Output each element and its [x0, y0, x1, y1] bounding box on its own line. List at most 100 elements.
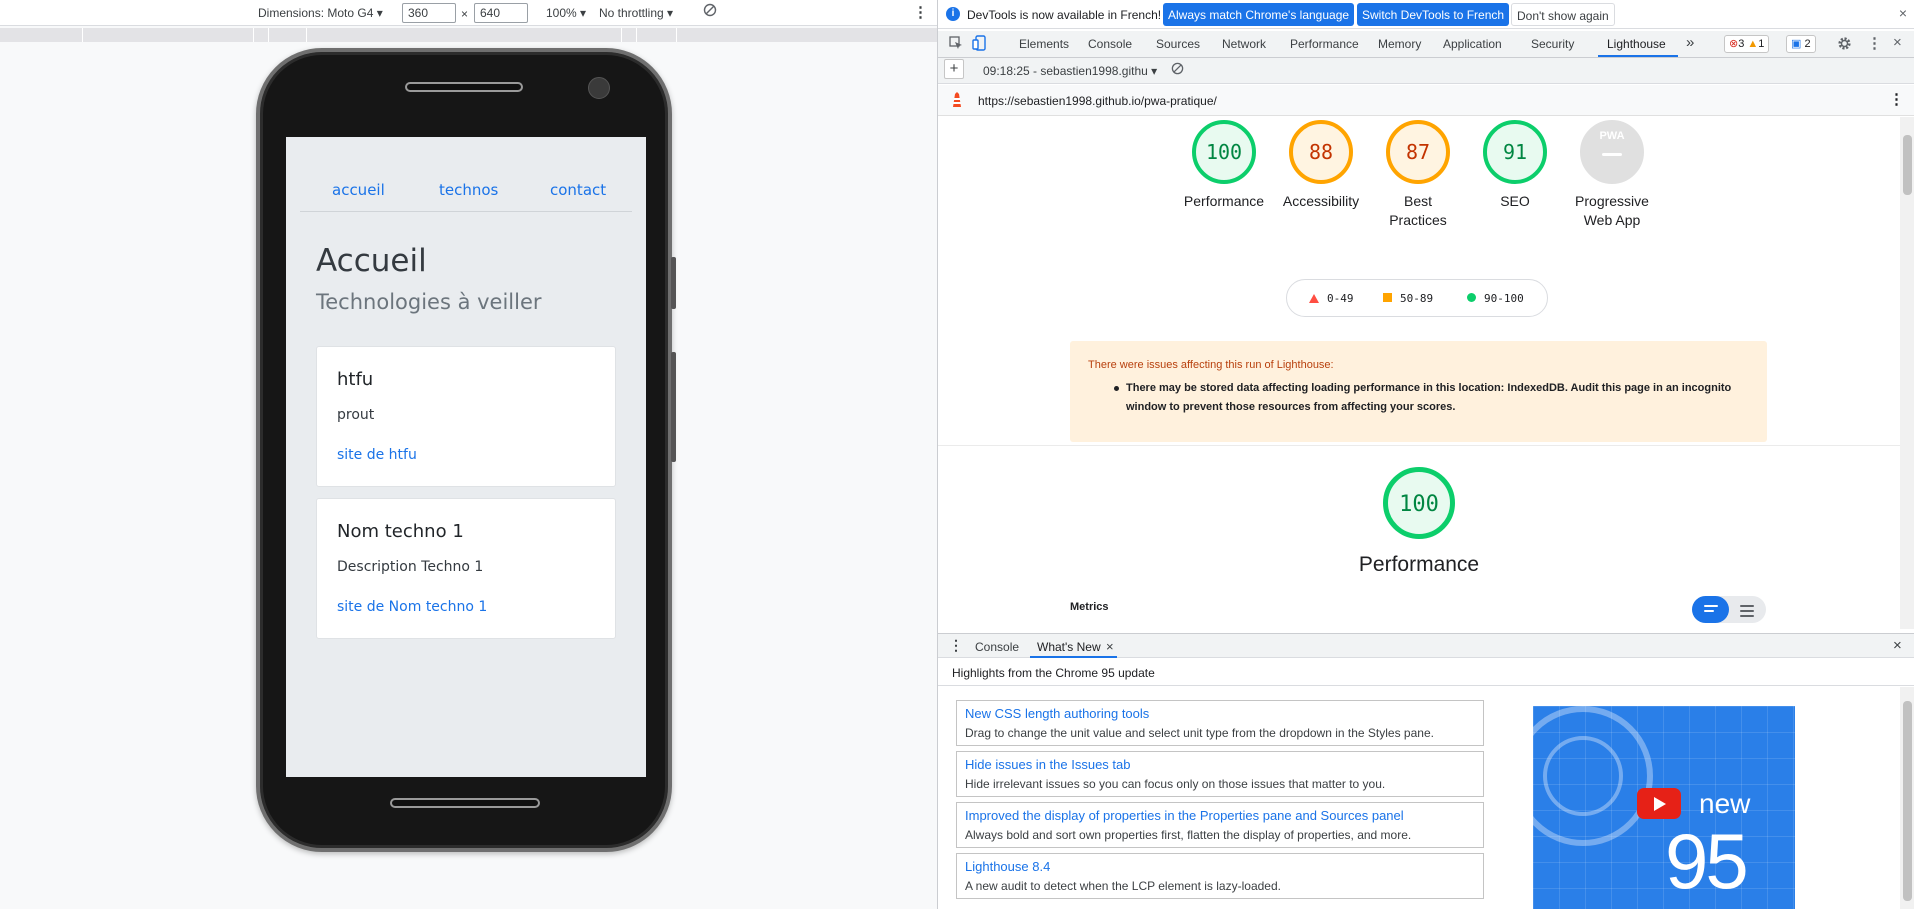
gear-icon[interactable] [1837, 36, 1852, 54]
gauge-score: 87 [1405, 140, 1431, 164]
devtools-tabbar: Elements Console Sources Network Perform… [938, 31, 1914, 58]
tab-application[interactable]: Application [1443, 37, 1502, 51]
more-vertical-icon[interactable]: ⋮ [1889, 90, 1904, 108]
lighthouse-report: 100 Performance 88 Accessibility 87 Best… [938, 117, 1900, 629]
close-icon[interactable]: × [1899, 5, 1907, 21]
youtube-play-icon[interactable] [1637, 788, 1681, 819]
section-divider [938, 445, 1900, 446]
legend-average: 50-89 [1383, 292, 1433, 305]
device-emulation-pane: Dimensions: Moto G4 ▾ 360 × 640 100% ▾ N… [0, 0, 937, 909]
error-warning-badge[interactable]: ⊗3 ▲1 [1724, 35, 1770, 53]
card-title: Nom techno 1 [337, 521, 464, 542]
report-url[interactable]: https://sebastien1998.github.io/pwa-prat… [978, 94, 1217, 108]
warning-item: There may be stored data affecting loadi… [1126, 382, 1732, 413]
drawer-tab-console[interactable]: Console [975, 640, 1019, 654]
report-scrollbar[interactable] [1900, 117, 1914, 629]
more-tabs-icon[interactable]: » [1686, 34, 1694, 51]
pwa-dash-icon [1602, 153, 1622, 156]
close-icon[interactable]: × [1893, 34, 1902, 51]
metrics-label: Metrics [1070, 601, 1109, 613]
whats-new-title[interactable]: Improved the display of properties in th… [965, 808, 1404, 823]
phone-side-button [671, 352, 676, 462]
phone-home-bar [390, 798, 540, 808]
nav-link-technos[interactable]: technos [439, 181, 498, 199]
techno-card: Nom techno 1 Description Techno 1 site d… [316, 498, 616, 639]
drawer-menu-icon[interactable]: ⋮ [949, 637, 963, 654]
compact-view-icon [1704, 605, 1718, 615]
run-warning: There were issues affecting this run of … [1070, 341, 1767, 442]
metrics-view-toggle[interactable] [1692, 596, 1766, 623]
device-dimensions-select[interactable]: Dimensions: Moto G4 ▾ [258, 6, 383, 20]
language-infobar: i DevTools is now available in French! A… [938, 0, 1914, 29]
more-vertical-icon[interactable]: ⋮ [913, 3, 928, 21]
page-title: Accueil [316, 243, 427, 279]
whats-new-video-thumbnail[interactable]: new 95 [1533, 706, 1795, 909]
zoom-select[interactable]: 100% ▾ [546, 6, 586, 20]
tab-memory[interactable]: Memory [1378, 37, 1421, 51]
whats-new-item[interactable]: Improved the display of properties in th… [956, 802, 1484, 848]
drawer-tabbar: ⋮ Console What's New × × [938, 633, 1914, 658]
close-drawer-icon[interactable]: × [1893, 637, 1902, 654]
whats-new-item[interactable]: Lighthouse 8.4 A new audit to detect whe… [956, 853, 1484, 899]
tab-elements[interactable]: Elements [1019, 37, 1069, 51]
nav-link-accueil[interactable]: accueil [332, 181, 385, 199]
active-tab-indicator [1598, 55, 1678, 57]
phone-side-button [671, 257, 676, 309]
page-subtitle: Technologies à veiller [316, 290, 542, 314]
inspect-element-icon[interactable] [949, 36, 963, 53]
nav-link-contact[interactable]: contact [550, 181, 606, 199]
tab-lighthouse[interactable]: Lighthouse [1607, 37, 1666, 51]
phone-speaker [405, 82, 523, 92]
legend-pass: 90-100 [1467, 292, 1524, 305]
device-width-input[interactable]: 360 [402, 3, 456, 23]
infobar-message: DevTools is now available in French! [967, 8, 1162, 22]
switch-french-button[interactable]: Switch DevTools to French [1357, 3, 1510, 26]
tab-network[interactable]: Network [1222, 37, 1266, 51]
info-icon: i [946, 7, 960, 21]
close-tab-icon[interactable]: × [1106, 639, 1114, 654]
score-legend: 0-49 50-89 90-100 [1286, 279, 1548, 317]
drawer-tab-whats-new[interactable]: What's New [1037, 640, 1101, 654]
tab-console[interactable]: Console [1088, 37, 1132, 51]
tab-sources[interactable]: Sources [1156, 37, 1200, 51]
tab-security[interactable]: Security [1531, 37, 1574, 51]
expanded-view-icon[interactable] [1740, 605, 1754, 620]
video-version-label: 95 [1665, 817, 1749, 905]
device-toolbar: Dimensions: Moto G4 ▾ 360 × 640 100% ▾ N… [0, 0, 937, 26]
lighthouse-toolbar: + 09:18:25 - sebastien1998.githu ▾ [938, 58, 1914, 84]
devtools-panel: i DevTools is now available in French! A… [937, 0, 1914, 909]
times-sign: × [461, 7, 469, 21]
techno-card: htfu prout site de htfu [316, 346, 616, 487]
card-title: htfu [337, 369, 374, 390]
match-language-button[interactable]: Always match Chrome's language [1163, 3, 1355, 26]
whats-new-title[interactable]: Lighthouse 8.4 [965, 859, 1050, 874]
issues-badge[interactable]: ▣ 2 [1786, 35, 1816, 53]
dont-show-again-button[interactable]: Don't show again [1511, 3, 1615, 26]
gauge-label: Progressive Web App [1575, 193, 1649, 228]
card-description: prout [337, 407, 375, 423]
card-link[interactable]: site de Nom techno 1 [337, 599, 487, 615]
gauge-label: Performance [1183, 193, 1265, 209]
card-link[interactable]: site de htfu [337, 447, 417, 463]
throttling-select[interactable]: No throttling ▾ [599, 6, 673, 20]
whats-new-desc: Hide irrelevant issues so you can focus … [965, 777, 1386, 791]
report-select[interactable]: 09:18:25 - sebastien1998.githu ▾ [983, 64, 1157, 78]
media-query-bar[interactable] [0, 28, 937, 42]
whats-new-item[interactable]: New CSS length authoring tools Drag to c… [956, 700, 1484, 746]
whats-new-title[interactable]: New CSS length authoring tools [965, 706, 1149, 721]
drawer-scrollbar[interactable] [1900, 687, 1914, 909]
whats-new-title[interactable]: Hide issues in the Issues tab [965, 757, 1130, 772]
report-url-bar: https://sebastien1998.github.io/pwa-prat… [938, 85, 1914, 116]
device-height-input[interactable]: 640 [474, 3, 528, 23]
gauge-label: Best Practices [1389, 193, 1447, 228]
warning-count: 1 [1758, 38, 1765, 50]
legend-fail: 0-49 [1309, 292, 1354, 305]
clear-reports-icon[interactable] [1171, 62, 1184, 78]
gauge-label: SEO [1500, 193, 1530, 209]
device-toolbar-icon[interactable] [972, 35, 986, 54]
new-report-button[interactable]: + [944, 59, 964, 79]
rotate-disabled-icon[interactable] [703, 3, 717, 20]
whats-new-item[interactable]: Hide issues in the Issues tab Hide irrel… [956, 751, 1484, 797]
tab-performance[interactable]: Performance [1290, 37, 1359, 51]
more-vertical-icon[interactable]: ⋮ [1867, 34, 1882, 52]
